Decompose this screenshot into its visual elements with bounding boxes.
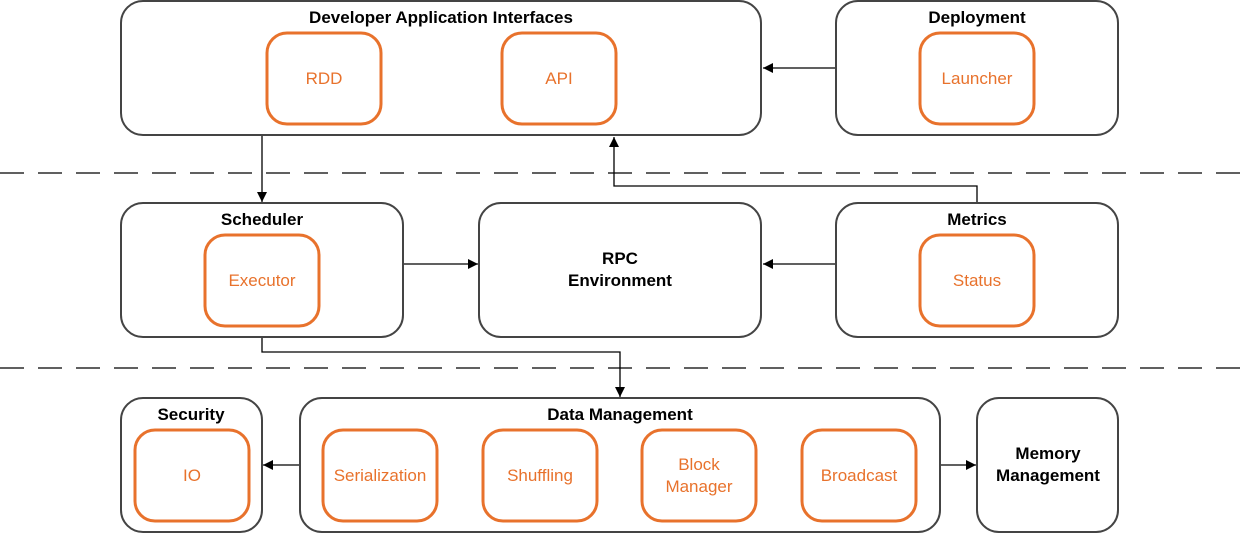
component-label: Broadcast bbox=[821, 466, 898, 485]
group-scheduler: Scheduler Executor bbox=[120, 202, 404, 338]
group-developer-interfaces: Developer Application Interfaces RDD API bbox=[120, 0, 762, 136]
component-label: Block bbox=[678, 455, 720, 474]
group-rpc-environment: RPC Environment bbox=[478, 202, 762, 338]
group-memory-management: Memory Management bbox=[976, 397, 1119, 533]
component-label: API bbox=[545, 69, 572, 88]
group-title: Security bbox=[157, 405, 225, 424]
group-title: Environment bbox=[568, 271, 672, 290]
group-data-management: Data Management Serialization Shuffling … bbox=[299, 397, 941, 533]
component-label: Serialization bbox=[334, 466, 427, 485]
component-block-manager bbox=[640, 428, 758, 523]
component-label: RDD bbox=[306, 69, 343, 88]
group-title: Scheduler bbox=[221, 210, 304, 229]
group-deployment: Deployment Launcher bbox=[835, 0, 1119, 136]
component-label: Status bbox=[953, 271, 1001, 290]
component-label: IO bbox=[183, 466, 201, 485]
edge-metrics-developer bbox=[609, 137, 978, 203]
group-title: Data Management bbox=[547, 405, 693, 424]
group-security: Security IO bbox=[120, 397, 263, 533]
group-title: Developer Application Interfaces bbox=[309, 8, 573, 27]
architecture-diagram: Developer Application Interfaces RDD API… bbox=[0, 0, 1240, 533]
group-title: RPC bbox=[602, 249, 638, 268]
component-label: Manager bbox=[665, 477, 732, 496]
component-label: Executor bbox=[228, 271, 295, 290]
group-title: Metrics bbox=[947, 210, 1007, 229]
group-title: Management bbox=[996, 466, 1100, 485]
group-title: Memory bbox=[1015, 444, 1081, 463]
group-title: Deployment bbox=[928, 8, 1026, 27]
group-metrics: Metrics Status bbox=[835, 202, 1119, 338]
component-label: Shuffling bbox=[507, 466, 573, 485]
component-label: Launcher bbox=[942, 69, 1013, 88]
